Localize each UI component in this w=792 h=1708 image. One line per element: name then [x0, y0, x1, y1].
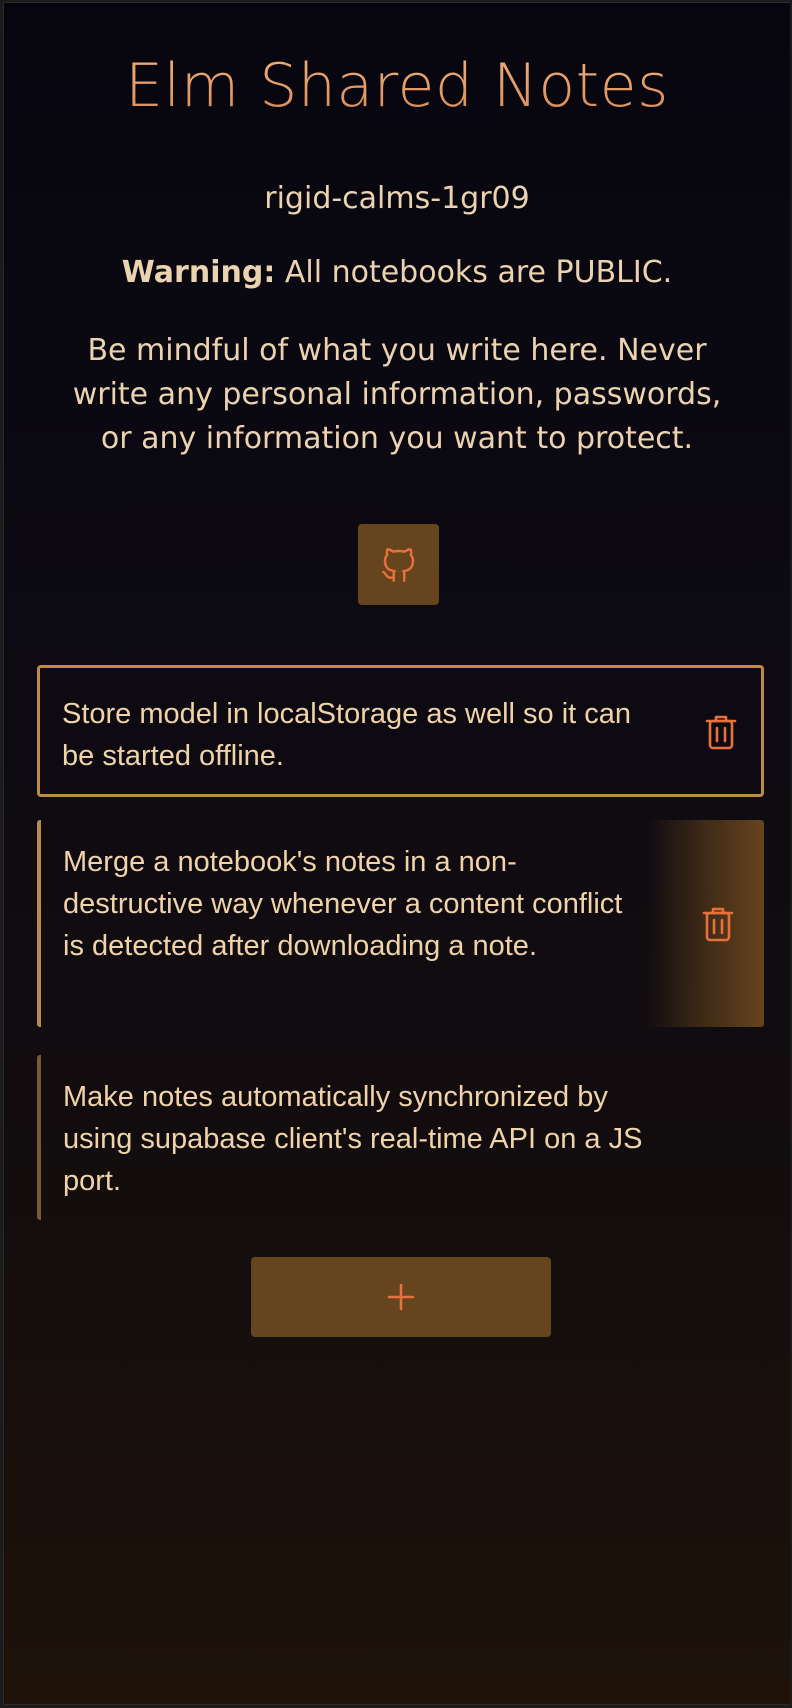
- app-container: Elm Shared Notes rigid-calms-1gr09 Warni…: [3, 2, 790, 1705]
- github-link-button[interactable]: [358, 524, 439, 605]
- privacy-notice: Be mindful of what you write here. Never…: [72, 333, 722, 456]
- note-text[interactable]: Make notes automatically synchronized by…: [63, 1076, 643, 1202]
- note-item[interactable]: Merge a notebook's notes in a non-destru…: [37, 820, 764, 1027]
- note-text[interactable]: Merge a notebook's notes in a non-destru…: [63, 841, 643, 967]
- warning-label: Warning:: [121, 255, 276, 290]
- delete-note-button[interactable]: [695, 702, 747, 762]
- note-text[interactable]: Store model in localStorage as well so i…: [62, 693, 642, 777]
- trash-icon: [702, 907, 734, 941]
- note-item[interactable]: Store model in localStorage as well so i…: [37, 665, 764, 797]
- warning-message: Warning: All notebooks are PUBLIC.: [4, 255, 790, 290]
- delete-note-button[interactable]: [646, 820, 764, 1027]
- note-item[interactable]: Make notes automatically synchronized by…: [37, 1055, 764, 1220]
- page-title: Elm Shared Notes: [4, 51, 790, 121]
- plus-icon: [387, 1283, 415, 1311]
- notebook-id: rigid-calms-1gr09: [264, 181, 530, 216]
- trash-icon: [705, 715, 737, 750]
- github-icon: [381, 547, 414, 582]
- warning-text: All notebooks are PUBLIC.: [284, 255, 673, 290]
- add-note-button[interactable]: [251, 1257, 551, 1337]
